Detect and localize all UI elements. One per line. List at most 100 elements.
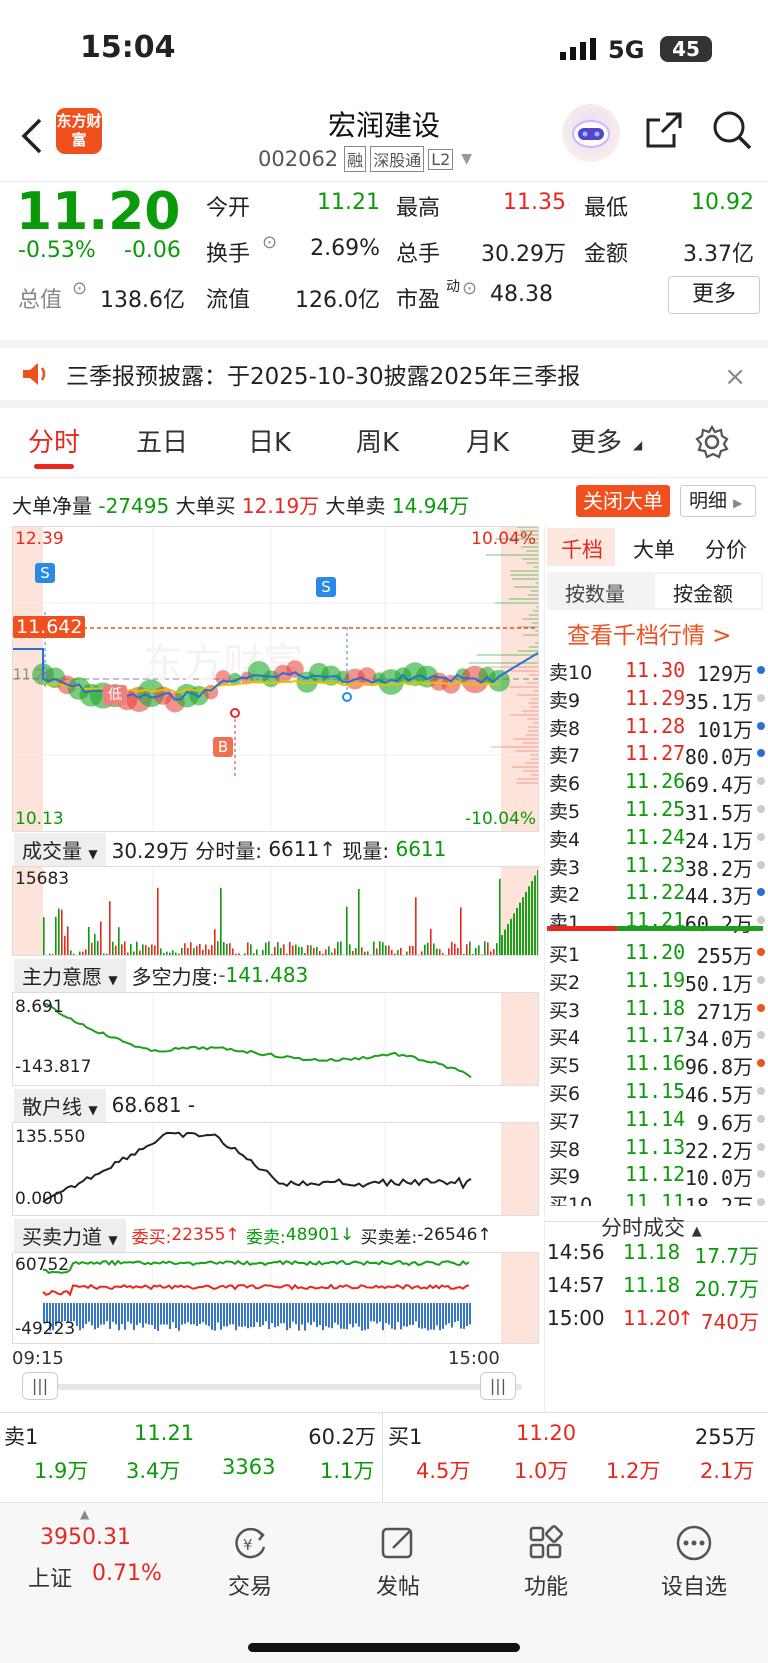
intraday-chart[interactable]: 东方财富 12.39 10.04% 10.13 -10.04% 11.642 1…: [12, 526, 539, 832]
view-depth-link[interactable]: 查看千档行情 >: [567, 616, 732, 650]
sell-signal-marker[interactable]: S: [35, 563, 55, 583]
ask-row[interactable]: 卖3 11.23 38.2万: [547, 851, 765, 881]
subtab-by-qty[interactable]: 按数量: [565, 578, 625, 607]
volume-bar: [196, 946, 198, 955]
quote-panel: 11.20 -0.53% -0.06 今开 11.21 最高 11.35 最低 …: [0, 182, 768, 340]
bs-diff-bar: [142, 1303, 144, 1328]
ask-row[interactable]: 卖4 11.24 24.1万: [547, 823, 765, 853]
share-icon[interactable]: [644, 110, 684, 150]
bid-row[interactable]: 买6 11.15 46.5万: [547, 1077, 765, 1107]
bottom-bid-cell: 4.5万: [416, 1459, 471, 1483]
tab-more[interactable]: 更多: [570, 422, 622, 459]
buy-signal-marker[interactable]: B: [213, 737, 233, 757]
bs-diff-bar: [301, 1303, 303, 1325]
level-label: 买9: [549, 1166, 581, 1189]
high-value: 11.35: [503, 190, 566, 215]
info-icon[interactable]: ⊙: [262, 232, 277, 253]
tab-price-dist[interactable]: 分价: [705, 534, 747, 564]
scroll-handle-right[interactable]: |||: [480, 1372, 516, 1400]
nav-post[interactable]: 发帖: [328, 1523, 468, 1601]
info-icon[interactable]: ⊙: [462, 278, 477, 299]
volume-bar: [325, 949, 327, 955]
notice-bar[interactable]: 三季报预披露：于2025-10-30披露2025年三季报 ×: [0, 340, 768, 408]
level-label: 卖5: [549, 801, 581, 823]
bs-diff-bar: [415, 1303, 417, 1322]
volume-bar: [250, 944, 252, 955]
nav-functions[interactable]: 功能: [476, 1523, 616, 1601]
ask-row[interactable]: 卖8 11.28 101万: [547, 712, 765, 742]
ask-row[interactable]: 卖9 11.29 35.1万: [547, 684, 765, 714]
ask-row[interactable]: 卖10 11.30 129万: [547, 656, 765, 686]
level-price: 11.23: [625, 852, 686, 877]
bs-diff-bar: [160, 1303, 162, 1325]
bid-row[interactable]: 买2 11.19 50.1万: [547, 966, 765, 996]
bs-diff-bar: [100, 1303, 102, 1325]
main-force-chart[interactable]: 8.691 -143.817: [12, 992, 539, 1086]
info-icon[interactable]: ⊙: [72, 278, 87, 299]
bs-diff-bar: [376, 1303, 378, 1324]
robot-avatar-icon[interactable]: [562, 104, 620, 162]
volume-selector[interactable]: 成交量 ▼: [14, 832, 106, 866]
volume-bar: [205, 944, 207, 955]
level-label: 买4: [549, 1027, 581, 1050]
more-button[interactable]: 更多: [668, 276, 760, 314]
indicator-selector[interactable]: 主力意愿 ▼: [14, 958, 126, 992]
retail-value: 68.681 -: [111, 1093, 196, 1117]
nav-add-watchlist[interactable]: 设自选: [624, 1523, 764, 1601]
scroll-handle-left[interactable]: |||: [22, 1372, 58, 1400]
tab-depth[interactable]: 千档: [561, 534, 603, 564]
stock-code-row[interactable]: 002062 融 深股通 L2 ▼: [258, 146, 472, 172]
volume-chart[interactable]: 15683: [12, 866, 539, 956]
bs-diff-bar: [187, 1303, 189, 1323]
tab-monthly-k[interactable]: 月K: [466, 422, 509, 459]
bs-diff-bar: [340, 1303, 342, 1329]
volume-bar: [424, 944, 426, 955]
tab-big-order[interactable]: 大单: [633, 534, 675, 564]
ask-row[interactable]: 卖5 11.25 31.5万: [547, 795, 765, 825]
sell-signal-marker[interactable]: S: [316, 577, 336, 597]
bid-row[interactable]: 买1 11.20 255万: [547, 938, 765, 968]
index-name[interactable]: 上证: [28, 1561, 72, 1593]
grid-icon: [529, 1525, 563, 1559]
bs-diff-bar: [430, 1303, 432, 1330]
bid-row[interactable]: 买8 11.13 22.2万: [547, 1133, 765, 1163]
search-icon[interactable]: [710, 108, 754, 152]
index-value[interactable]: 3950.31: [40, 1525, 131, 1550]
subtab-by-amount[interactable]: 按金额: [673, 578, 733, 607]
detail-button[interactable]: 明细 ▶: [680, 485, 756, 517]
tab-weekly-k[interactable]: 周K: [356, 422, 399, 459]
bs-diff-bar: [121, 1303, 123, 1325]
close-big-order-button[interactable]: 关闭大单: [576, 485, 670, 517]
bid-row[interactable]: 买7 11.14 9.6万: [547, 1105, 765, 1135]
bs-diff-bar: [277, 1303, 279, 1327]
tab-five-day[interactable]: 五日: [136, 422, 188, 459]
bs-diff-bar: [364, 1303, 366, 1331]
bs-diff-bar: [253, 1303, 255, 1328]
retail-chart[interactable]: 135.550 0.000: [12, 1122, 539, 1216]
ask-row[interactable]: 卖7 11.27 80.0万: [547, 739, 765, 769]
indicator-selector[interactable]: 散户线 ▼: [14, 1088, 106, 1122]
bid-row[interactable]: 买4 11.17 34.0万: [547, 1021, 765, 1051]
bid-row[interactable]: 买5 11.16 96.8万: [547, 1049, 765, 1079]
bs-diff-bar: [226, 1303, 228, 1327]
volume-bar: [457, 947, 459, 955]
bs-force-name: 买卖力道: [22, 1224, 102, 1249]
scrollbar-track[interactable]: [26, 1384, 522, 1390]
indicator-selector[interactable]: 买卖力道 ▼: [14, 1218, 126, 1252]
settings-gear-icon[interactable]: [694, 424, 730, 460]
bid-row[interactable]: 买9 11.12 10.0万: [547, 1160, 765, 1190]
bid-row[interactable]: 买3 11.18 271万: [547, 994, 765, 1024]
bs-force-chart[interactable]: 60752 -49223: [12, 1252, 539, 1344]
volume-bar: [133, 951, 135, 955]
ask-row[interactable]: 卖6 11.26 69.4万: [547, 767, 765, 797]
nav-trade[interactable]: ¥ 交易: [180, 1523, 320, 1601]
ask-row[interactable]: 卖2 11.22 44.3万: [547, 878, 765, 908]
retail-top: 135.550: [15, 1127, 86, 1147]
close-icon[interactable]: ×: [724, 362, 746, 392]
volume-bar: [475, 947, 477, 955]
volume-bar: [349, 944, 351, 955]
volume-bar: [340, 941, 342, 955]
tab-daily-k[interactable]: 日K: [248, 422, 291, 459]
tab-intraday[interactable]: 分时: [28, 422, 80, 459]
index-pct[interactable]: 0.71%: [92, 1561, 162, 1586]
